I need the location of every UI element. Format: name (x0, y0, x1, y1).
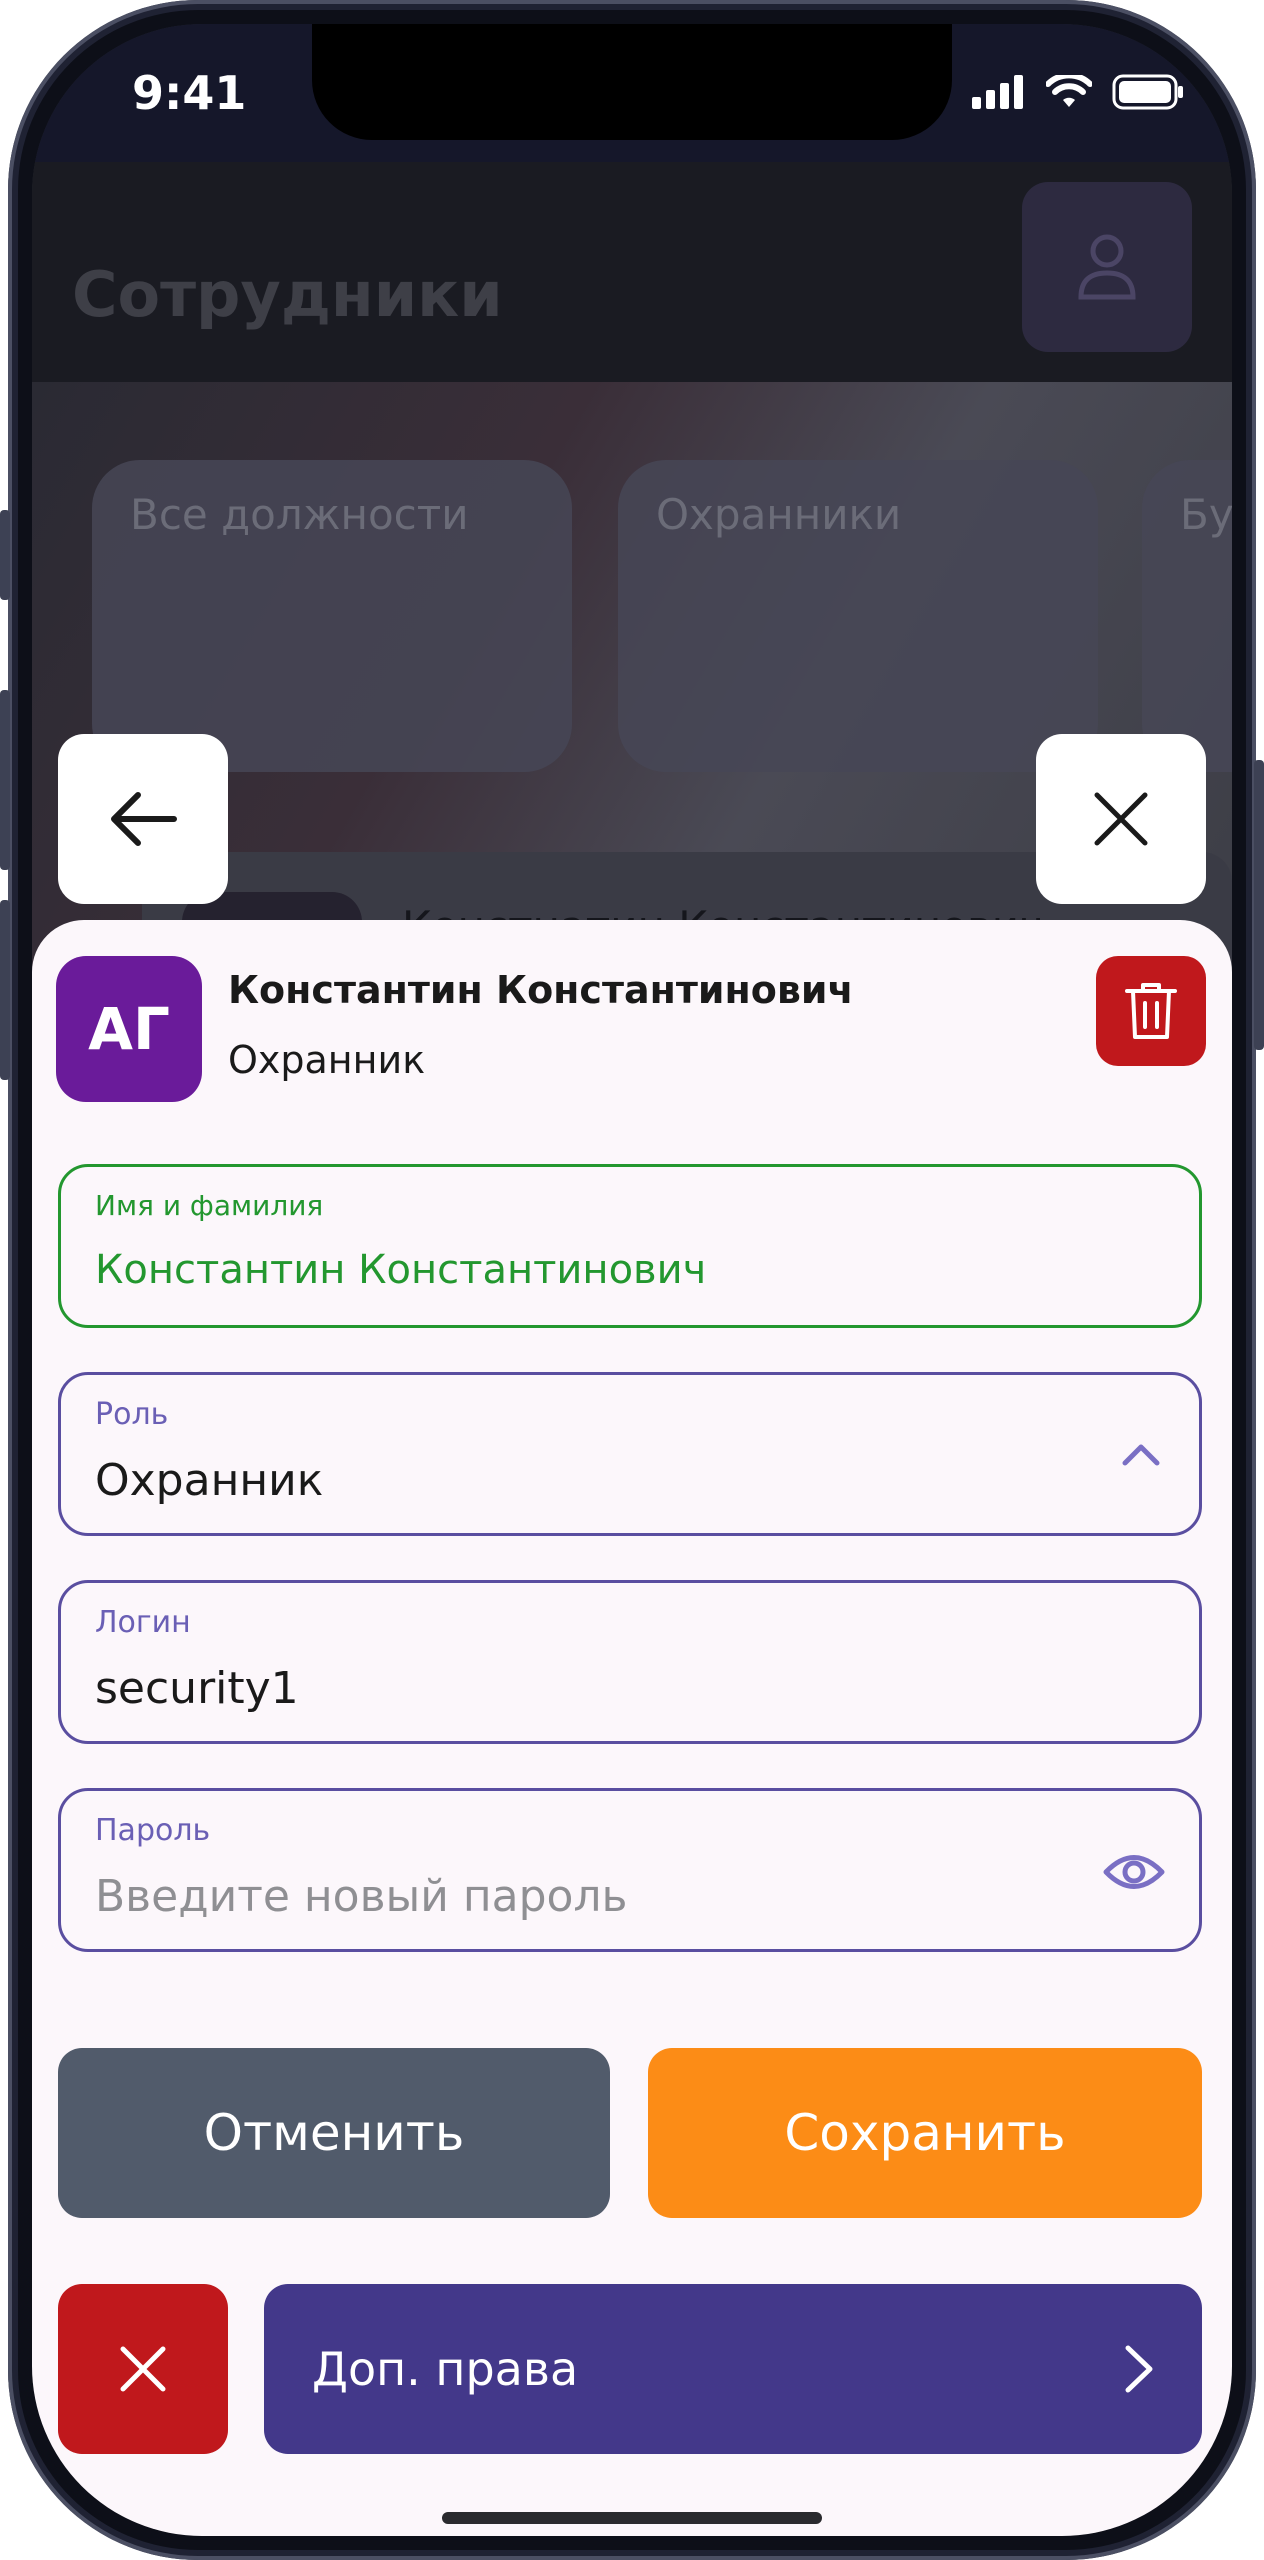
login-field-value: security1 (95, 1663, 299, 1714)
name-field[interactable]: Имя и фамилия Константин Константинович (58, 1164, 1202, 1328)
edit-employee-sheet: АГ Константин Константинович Охранник Им… (32, 920, 1232, 2536)
password-field-label: Пароль (95, 1813, 211, 1848)
screen: 9:41 Сотрудники Все должности Охранники … (32, 24, 1232, 2536)
password-field[interactable]: Пароль Введите новый пароль (58, 1788, 1202, 1952)
user-icon (1078, 234, 1136, 300)
chevron-up-icon[interactable] (1117, 1431, 1165, 1479)
extra-rights-label: Доп. права (312, 2342, 579, 2396)
role-field-value: Охранник (95, 1455, 324, 1506)
volume-down-button (0, 900, 10, 1080)
category-label: Бу (1180, 490, 1232, 539)
volume-up-button (0, 690, 10, 870)
role-field-label: Роль (95, 1397, 169, 1432)
status-icons (972, 74, 1184, 110)
close-button[interactable] (1036, 734, 1206, 904)
battery-icon (1112, 74, 1183, 110)
back-arrow-icon (111, 792, 177, 846)
avatar: АГ (56, 956, 202, 1102)
wifi-icon (1046, 75, 1092, 107)
signal-icon (972, 75, 1023, 109)
back-button[interactable] (58, 734, 228, 904)
category-label: Все должности (130, 490, 469, 539)
category-label: Охранники (656, 490, 902, 539)
close-icon (1094, 792, 1148, 846)
category-card-other[interactable]: Бу (1142, 460, 1232, 772)
cancel-button[interactable]: Отменить (58, 2048, 610, 2218)
close-icon (120, 2346, 166, 2392)
trash-icon (1125, 983, 1177, 1039)
login-field[interactable]: Логин security1 (58, 1580, 1202, 1744)
login-field-label: Логин (95, 1605, 191, 1640)
home-indicator (442, 2512, 822, 2524)
power-button (1254, 760, 1264, 1050)
save-button[interactable]: Сохранить (648, 2048, 1202, 2218)
profile-button[interactable] (1022, 182, 1192, 352)
category-card-all[interactable]: Все должности (92, 460, 572, 772)
extra-rights-button[interactable]: Доп. права (264, 2284, 1202, 2454)
delete-button[interactable] (1096, 956, 1206, 1066)
password-field-placeholder: Введите новый пароль (95, 1871, 628, 1922)
status-time: 9:41 (132, 66, 247, 120)
mute-switch (0, 510, 10, 600)
employee-name: Константин Константинович (228, 968, 854, 1012)
role-select[interactable]: Роль Охранник (58, 1372, 1202, 1536)
notch (312, 24, 952, 140)
name-field-label: Имя и фамилия (95, 1189, 324, 1222)
chevron-right-icon (1125, 2345, 1153, 2393)
category-card-guards[interactable]: Охранники (618, 460, 1098, 772)
page-title: Сотрудники (72, 258, 503, 331)
eye-icon[interactable] (1103, 1847, 1165, 1897)
employee-role: Охранник (228, 1038, 426, 1082)
name-field-value: Константин Константинович (95, 1247, 707, 1293)
dismiss-button[interactable] (58, 2284, 228, 2454)
status-bar: 9:41 (32, 24, 1232, 162)
